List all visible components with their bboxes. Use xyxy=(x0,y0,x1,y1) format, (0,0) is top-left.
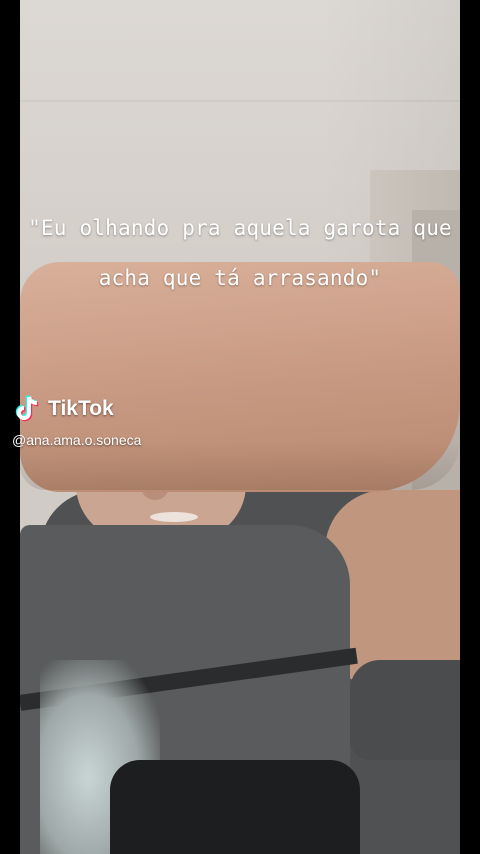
tiktok-logo-icon xyxy=(14,394,44,424)
tiktok-brand-label: TikTok xyxy=(48,397,114,420)
creator-handle: @ana.ama.o.soneca xyxy=(12,432,142,448)
shirt-sleeve xyxy=(350,660,460,760)
caption-line-2: acha que tá arrasando" xyxy=(98,266,382,290)
video-frame[interactable] xyxy=(20,0,460,854)
tiktok-watermark: TikTok xyxy=(14,394,114,424)
shirt-shadow xyxy=(110,760,360,854)
mouth xyxy=(150,512,198,522)
caption-line-1: "Eu olhando pra aquela garota que xyxy=(28,216,452,240)
